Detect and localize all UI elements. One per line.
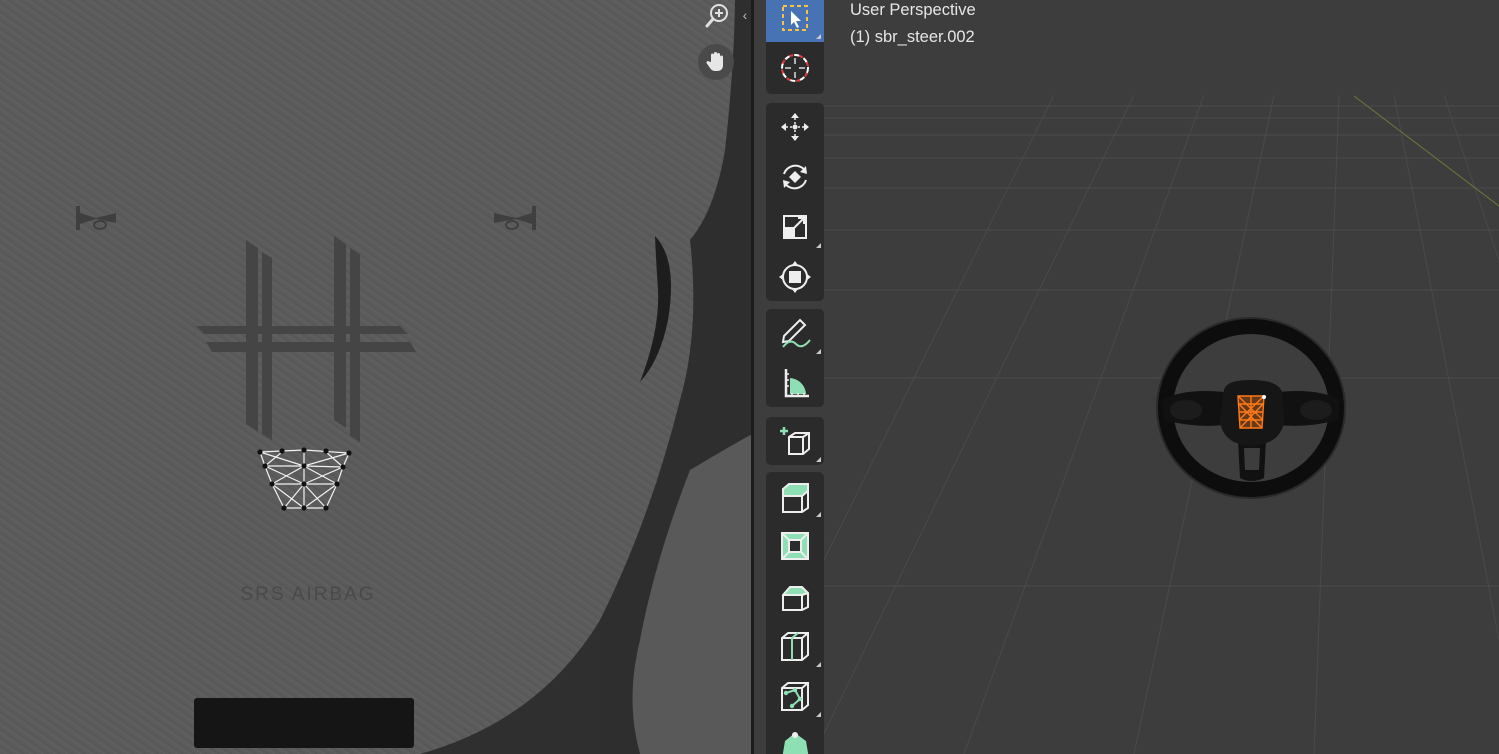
viewport-info-overlay: User Perspective (1) sbr_steer.002 bbox=[850, 0, 976, 51]
select-box-icon bbox=[782, 5, 808, 31]
annotate-pencil-icon bbox=[781, 318, 811, 348]
add-cube-icon bbox=[780, 427, 810, 455]
transform-icon bbox=[779, 261, 811, 293]
uv-canvas[interactable]: SRS AIRBAG bbox=[0, 0, 751, 754]
viewport-canvas[interactable] bbox=[754, 0, 1499, 754]
measure-ruler-icon bbox=[784, 369, 809, 398]
rotate-icon bbox=[783, 164, 807, 190]
bevel-icon bbox=[782, 586, 809, 611]
hand-pan-icon[interactable] bbox=[698, 44, 734, 80]
poly-build-tool[interactable] bbox=[766, 722, 824, 754]
floor-grid bbox=[813, 94, 1499, 754]
rotate-tool[interactable] bbox=[766, 153, 824, 201]
3d-viewport[interactable]: User Perspective (1) sbr_steer.002 bbox=[754, 0, 1499, 754]
zoom-icon[interactable] bbox=[699, 0, 735, 34]
tool-group-transform bbox=[766, 103, 824, 301]
knife-icon bbox=[781, 682, 809, 711]
uv-editor-panel[interactable]: SRS AIRBAG ‹ bbox=[0, 0, 751, 754]
measure-tool[interactable] bbox=[766, 359, 824, 407]
extrude-icon bbox=[782, 483, 809, 513]
annotate-tool[interactable] bbox=[766, 309, 824, 357]
tool-group-select bbox=[766, 0, 824, 94]
extrude-tool[interactable] bbox=[766, 472, 824, 520]
cursor-tool[interactable] bbox=[766, 44, 824, 92]
cursor-target-icon bbox=[781, 54, 809, 82]
tool-group-annotate bbox=[766, 309, 824, 407]
scale-tool[interactable] bbox=[766, 203, 824, 251]
tool-group-add bbox=[766, 417, 824, 465]
texture-slot bbox=[194, 698, 414, 748]
move-tool[interactable] bbox=[766, 103, 824, 151]
view-name-label: User Perspective bbox=[850, 1, 976, 19]
x-axis-line bbox=[1353, 95, 1499, 207]
loop-cut-tool[interactable] bbox=[766, 622, 824, 670]
active-object-label: (1) sbr_steer.002 bbox=[850, 28, 975, 46]
scale-icon bbox=[783, 215, 807, 239]
poly-build-icon bbox=[782, 732, 809, 754]
inset-faces-tool[interactable] bbox=[766, 522, 824, 570]
steering-wheel-object[interactable] bbox=[1156, 317, 1346, 499]
select-box-tool[interactable] bbox=[766, 0, 824, 42]
transform-tool[interactable] bbox=[766, 253, 824, 301]
airbag-text: SRS AIRBAG bbox=[240, 584, 375, 605]
tool-group-mesh bbox=[766, 472, 824, 754]
bevel-tool[interactable] bbox=[766, 572, 824, 620]
move-arrows-icon bbox=[781, 113, 809, 141]
inset-faces-icon bbox=[781, 532, 809, 560]
loop-cut-icon bbox=[781, 632, 809, 661]
collapse-panel-toggle[interactable]: ‹ bbox=[739, 6, 751, 24]
knife-tool[interactable] bbox=[766, 672, 824, 720]
add-cube-tool[interactable] bbox=[766, 417, 824, 465]
selected-mesh bbox=[1237, 395, 1265, 429]
